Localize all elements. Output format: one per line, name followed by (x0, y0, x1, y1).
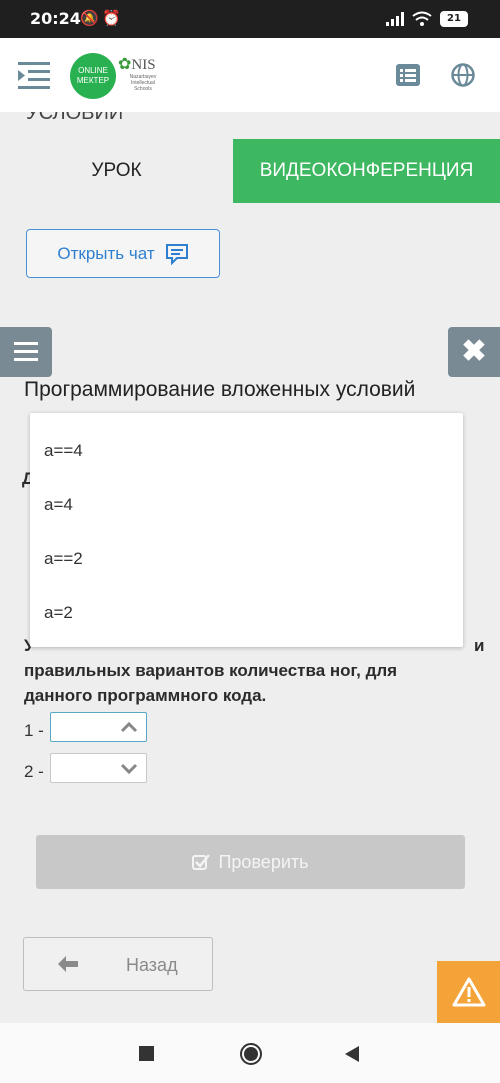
dropdown-option[interactable]: a==2 (44, 549, 83, 569)
chevron-down-icon (120, 763, 138, 775)
wifi-icon (412, 11, 432, 26)
alarm-icon: ⏰ (102, 9, 121, 27)
system-nav-bar (0, 1023, 500, 1083)
nis-logo: ✿NIS Nazarbayev Intellectual Schools (118, 56, 157, 92)
signal-icon (386, 12, 404, 26)
check-button-label: Проверить (218, 851, 309, 872)
list-icon[interactable] (396, 64, 420, 86)
answer-select-1[interactable] (50, 712, 147, 742)
status-time: 20:24 (30, 9, 81, 28)
warning-icon (452, 977, 486, 1007)
home-icon[interactable] (239, 1042, 263, 1066)
recent-apps-icon[interactable] (139, 1046, 154, 1061)
status-bar: 20:24 🔕 ⏰ 21 (0, 0, 500, 38)
globe-icon[interactable] (451, 63, 475, 87)
dropdown-option[interactable]: a=2 (44, 603, 73, 623)
check-button[interactable]: Проверить (36, 835, 465, 889)
dropdown-option[interactable]: a==4 (44, 441, 83, 461)
open-chat-label: Открыть чат (57, 243, 155, 263)
tab-lesson[interactable]: УРОК (0, 139, 233, 203)
chevron-up-icon (120, 721, 138, 733)
side-menu-button[interactable] (0, 327, 52, 377)
report-problem-button[interactable] (437, 961, 500, 1023)
hamburger-icon (14, 342, 38, 361)
app-header: ONLINE МЕКТЕР ✿NIS Nazarbayev Intellectua… (0, 38, 500, 112)
select-2-label: 2 - (24, 762, 44, 781)
lesson-title: Программирование вложенных условий (24, 378, 416, 401)
select-1-label: 1 - (24, 721, 44, 740)
tab-videoconference[interactable]: ВИДЕОКОНФЕРЕНЦИЯ (233, 139, 500, 203)
chat-icon (165, 243, 188, 265)
arrow-left-icon (58, 956, 78, 972)
dropdown-option[interactable]: a=4 (44, 495, 73, 515)
partial-heading: УСЛОВИЙ (26, 112, 124, 124)
answer-select-2[interactable] (50, 753, 147, 783)
back-nav-icon[interactable] (344, 1045, 360, 1063)
battery-indicator: 21 (440, 11, 468, 27)
checkbox-check-icon (192, 854, 211, 870)
online-mektep-logo: ONLINE МЕКТЕР (70, 53, 116, 99)
open-chat-button[interactable]: Открыть чат (26, 229, 220, 278)
mute-icon: 🔕 (80, 9, 99, 27)
collapse-menu-icon[interactable] (18, 60, 52, 90)
nis-leaf-icon: ✿ (118, 56, 132, 73)
back-button-label: Назад (126, 955, 178, 975)
back-button[interactable]: Назад (23, 937, 213, 991)
close-icon[interactable]: ✖ (448, 327, 500, 377)
dropdown-list: a==4 a=4 a==2 a=2 (30, 413, 463, 647)
